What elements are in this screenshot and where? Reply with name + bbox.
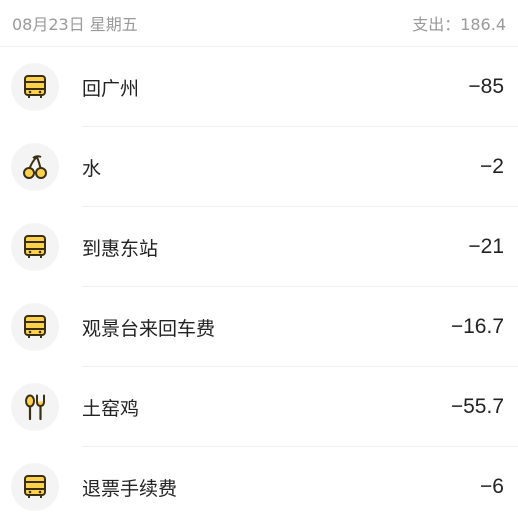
day-expense-summary: 支出：186.4	[412, 15, 506, 34]
transaction-row[interactable]: 水 −2	[0, 127, 518, 207]
transaction-label: 退票手续费	[82, 477, 178, 500]
transaction-row[interactable]: 退票手续费 −6	[0, 447, 518, 527]
transaction-amount: −21	[468, 235, 504, 258]
transaction-amount: −85	[468, 75, 504, 98]
bus-icon	[11, 303, 59, 351]
transaction-amount: −16.7	[450, 315, 504, 338]
transaction-row[interactable]: 回广州 −85	[0, 47, 518, 127]
day-header: 08月23日 星期五 支出：186.4	[0, 0, 518, 47]
spoon-fork-icon	[11, 383, 59, 431]
transaction-label: 水	[82, 157, 102, 180]
bus-icon	[11, 223, 59, 271]
transaction-row[interactable]: 到惠东站 −21	[0, 207, 518, 287]
transaction-amount: −6	[480, 475, 504, 498]
transaction-label: 土窑鸡	[82, 397, 140, 420]
transaction-row[interactable]: 土窑鸡 −55.7	[0, 367, 518, 447]
transaction-row[interactable]: 观景台来回车费 −16.7	[0, 287, 518, 367]
bus-icon	[11, 463, 59, 511]
day-date: 08月23日 星期五	[12, 15, 138, 34]
transaction-label: 到惠东站	[82, 237, 159, 260]
cherry-icon	[11, 143, 59, 191]
transaction-label: 观景台来回车费	[82, 317, 216, 340]
bus-icon	[11, 63, 59, 111]
transaction-list: 回广州 −85 水 −2 到惠东站 −21 观景台来回车费 −16.7 土窑鸡 …	[0, 47, 518, 527]
transaction-amount: −55.7	[450, 395, 504, 418]
transaction-label: 回广州	[82, 77, 140, 100]
transaction-amount: −2	[480, 155, 504, 178]
